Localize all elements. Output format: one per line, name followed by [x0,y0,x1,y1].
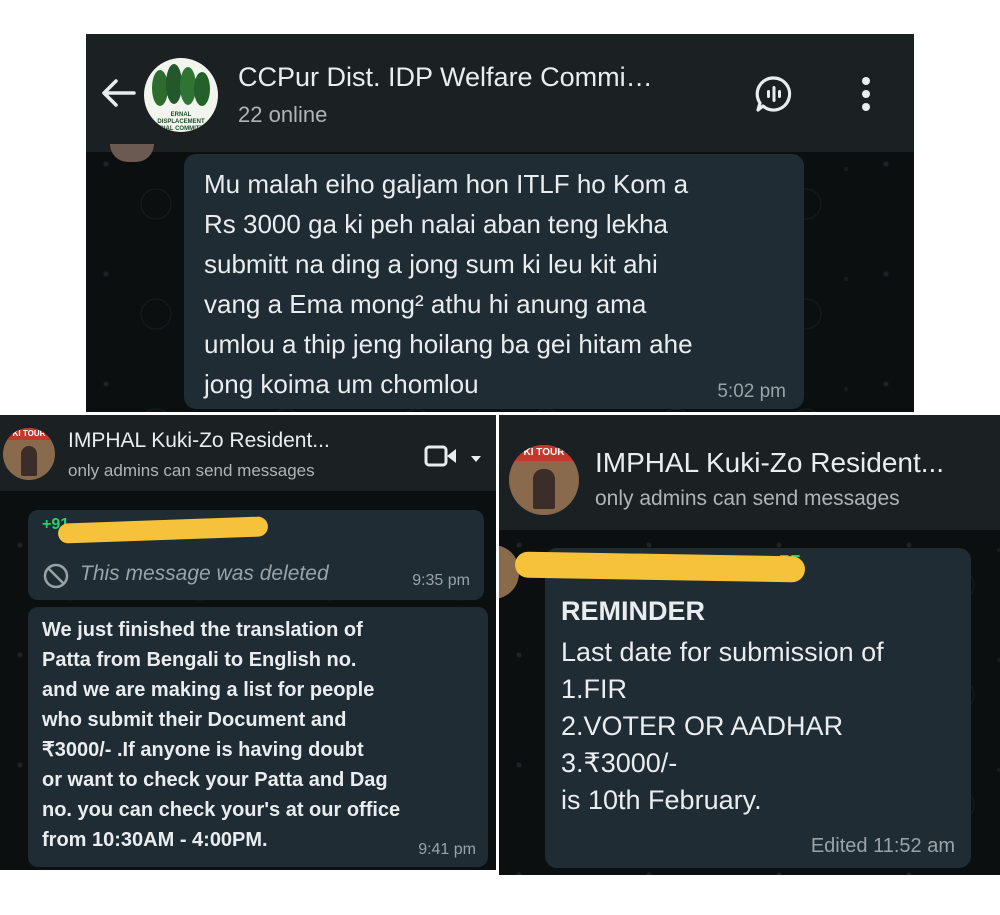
message-text: Last date for submission of 1.FIR 2.VOTE… [561,637,884,815]
message-text: We just finished the translation of Patt… [42,619,401,851]
redaction-mark [57,516,269,544]
right-chat-header: KI TOUR IMPHAL Kuki-Zo Resident... only … [499,415,1000,530]
admins-only-notice: only admins can send messages [595,487,900,510]
top-message-bubble[interactable]: Mu malah eiho galjam hon ITLF ho Kom a R… [184,154,804,409]
more-options-icon[interactable] [858,76,874,112]
message-time: 5:02 pm [717,381,786,402]
deleted-message-bubble[interactable]: +91 This message was deleted 9:35 pm [28,510,484,600]
group-title[interactable]: CCPur Dist. IDP Welfare Commi… [238,62,653,93]
left-chat-header: KI TOUR IMPHAL Kuki-Zo Resident... only … [0,415,496,491]
top-chat-panel: ERNAL DISPLACEMENT SOCIAL COMMITTEE CCPu… [86,34,914,412]
message-text: Mu malah eiho galjam hon ITLF ho Kom a R… [204,169,693,399]
top-chat-header: ERNAL DISPLACEMENT SOCIAL COMMITTEE CCPu… [86,34,914,152]
right-message-bubble[interactable]: 55 REMINDER Last date for submission of … [514,548,971,868]
group-avatar[interactable]: ERNAL DISPLACEMENT SOCIAL COMMITTEE [144,58,218,132]
avatar-caption: KI TOUR [523,447,565,458]
avatar-caption: ERNAL DISPLACEMENT SOCIAL COMMITTEE [150,112,212,132]
message-time: Edited 11:52 am [810,835,955,857]
deleted-message-text: This message was deleted [80,562,329,585]
left-message-bubble[interactable]: We just finished the translation of Patt… [28,607,488,867]
right-chat-panel: KI TOUR IMPHAL Kuki-Zo Resident... only … [499,415,1000,875]
deleted-message-time: 9:35 pm [412,572,470,589]
message-time: 9:41 pm [418,841,476,858]
left-chat-panel: KI TOUR IMPHAL Kuki-Zo Resident... only … [0,415,496,870]
deleted-icon [42,562,70,590]
group-title[interactable]: IMPHAL Kuki-Zo Resident... [68,429,330,453]
dropdown-caret-icon[interactable] [469,451,483,462]
message-heading: REMINDER [561,596,706,626]
video-call-icon[interactable] [424,444,458,468]
admins-only-notice: only admins can send messages [68,461,315,480]
group-title[interactable]: IMPHAL Kuki-Zo Resident... [595,447,944,479]
voice-chat-icon[interactable] [754,74,794,114]
avatar-caption: KI TOUR [12,429,46,438]
group-avatar[interactable]: KI TOUR [509,445,579,515]
redaction-mark [514,551,806,583]
back-arrow-icon[interactable] [100,78,136,108]
online-count: 22 online [238,102,328,127]
group-avatar[interactable]: KI TOUR [3,428,55,480]
